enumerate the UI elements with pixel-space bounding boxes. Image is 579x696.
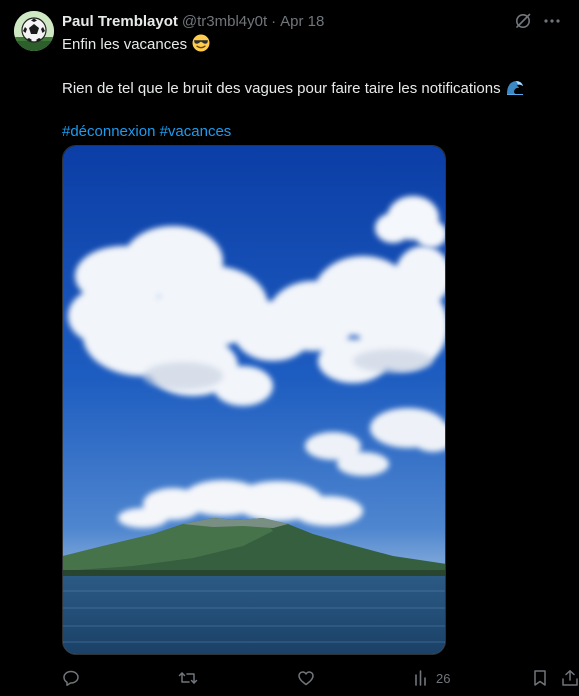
header-icons: [514, 12, 562, 30]
tweet-text-line-2: Rien de tel que le bruit des vagues pour…: [62, 78, 562, 102]
author-name[interactable]: Paul Tremblayot: [62, 12, 178, 32]
retweet-button[interactable]: [178, 669, 204, 687]
tweet-action-bar: 26: [62, 669, 579, 691]
tweet-text-1: Enfin les vacances: [62, 36, 188, 53]
reply-button[interactable]: [62, 669, 86, 687]
tweet-text-line-1: Enfin les vacances: [62, 34, 562, 58]
more-icon[interactable]: [542, 12, 562, 30]
like-icon: [297, 669, 315, 687]
hashtags: #déconnexion #vacances: [62, 122, 562, 142]
reply-icon: [62, 669, 80, 687]
soccer-ball-avatar-image: [14, 11, 54, 51]
hashtag-deconnexion[interactable]: #déconnexion: [62, 123, 155, 140]
volcano-sky-photo: [63, 146, 445, 654]
like-button[interactable]: [297, 669, 321, 687]
separator-dot: ·: [271, 13, 277, 30]
tweet-text-2: Rien de tel que le bruit des vagues pour…: [62, 80, 501, 97]
views-count: 26: [436, 670, 451, 686]
share-icon: [561, 669, 579, 687]
smiling-face-with-sunglasses-icon: [191, 34, 211, 58]
retweet-icon: [178, 669, 198, 687]
views-button[interactable]: 26: [414, 669, 450, 687]
tweet-date[interactable]: Apr 18: [280, 12, 324, 32]
grok-icon[interactable]: [514, 12, 532, 30]
share-button[interactable]: [561, 669, 579, 687]
tweet-header: Paul Tremblayot @tr3mbl4y0t · Apr 18: [62, 12, 562, 32]
views-icon: [414, 669, 430, 687]
tweet[interactable]: Paul Tremblayot @tr3mbl4y0t · Apr 18 Enf…: [0, 0, 579, 696]
bookmark-button[interactable]: [532, 669, 548, 687]
water-wave-icon: [505, 78, 525, 102]
bookmark-icon: [532, 669, 548, 687]
tweet-content: Paul Tremblayot @tr3mbl4y0t · Apr 18 Enf…: [62, 12, 562, 142]
avatar[interactable]: [14, 11, 54, 51]
author-handle[interactable]: @tr3mbl4y0t: [182, 12, 267, 32]
hashtag-vacances[interactable]: #vacances: [160, 123, 232, 140]
tweet-photo[interactable]: [62, 145, 446, 655]
